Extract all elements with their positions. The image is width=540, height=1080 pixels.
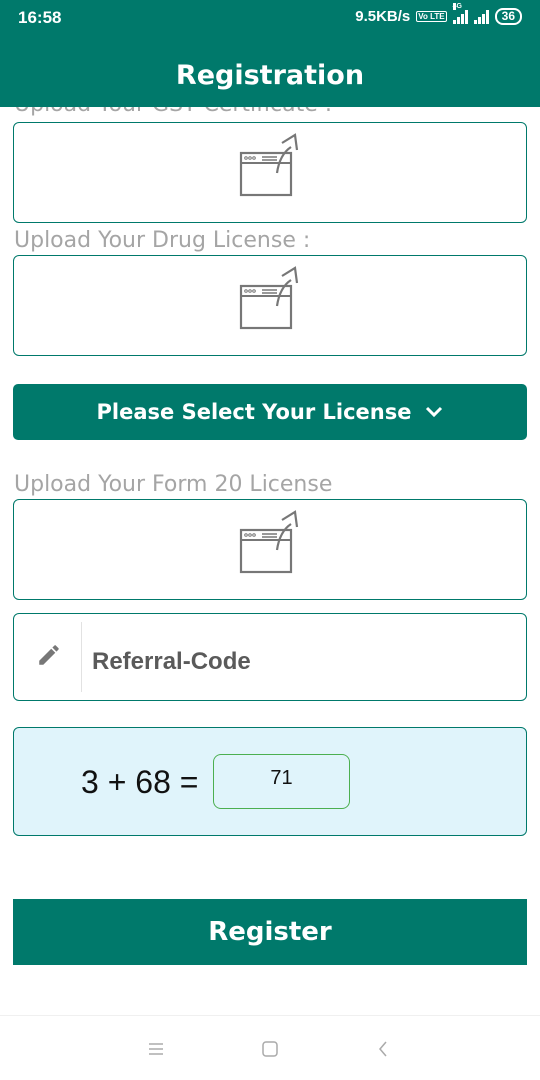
referral-code-input[interactable]: Referral-Code [92, 648, 251, 676]
system-nav-bar [0, 1015, 540, 1080]
drug-license-label: Upload Your Drug License : [14, 228, 311, 253]
select-license-button[interactable]: Please Select Your License [13, 384, 527, 440]
upload-icon [239, 510, 299, 574]
captcha-question: 3 + 68 = [81, 764, 199, 800]
signal-4g-icon: 4G [452, 2, 468, 24]
back-icon[interactable] [373, 1038, 395, 1060]
status-time: 16:58 [18, 8, 62, 27]
home-icon[interactable] [259, 1038, 281, 1060]
select-license-label: Please Select Your License [96, 400, 412, 424]
app-header: 16:58 9.5KB/s Vo LTE 4G 36 Registration [0, 0, 540, 107]
network-type: 4G [452, 2, 462, 10]
signal-icon [473, 9, 489, 24]
upload-icon [239, 133, 299, 197]
referral-divider [81, 622, 82, 692]
register-button[interactable]: Register [13, 899, 527, 965]
drug-license-upload-box[interactable] [13, 255, 527, 356]
page-title: Registration [175, 60, 365, 91]
chevron-down-icon [426, 406, 443, 418]
captcha-panel: 3 + 68 = 71 [13, 727, 527, 836]
status-icons: 9.5KB/s Vo LTE 4G 36 [355, 2, 522, 25]
network-speed: 9.5KB/s [355, 8, 411, 25]
captcha-answer-input[interactable]: 71 [213, 754, 350, 809]
form20-license-label: Upload Your Form 20 License [14, 472, 333, 497]
gst-upload-box[interactable] [13, 122, 527, 223]
form20-upload-box[interactable] [13, 499, 527, 600]
volte-badge: Vo LTE [416, 11, 447, 22]
battery-icon: 36 [494, 8, 522, 25]
menu-icon[interactable] [145, 1038, 167, 1060]
referral-code-field[interactable]: Referral-Code [13, 613, 527, 701]
upload-icon [239, 266, 299, 330]
pencil-icon [39, 645, 59, 665]
